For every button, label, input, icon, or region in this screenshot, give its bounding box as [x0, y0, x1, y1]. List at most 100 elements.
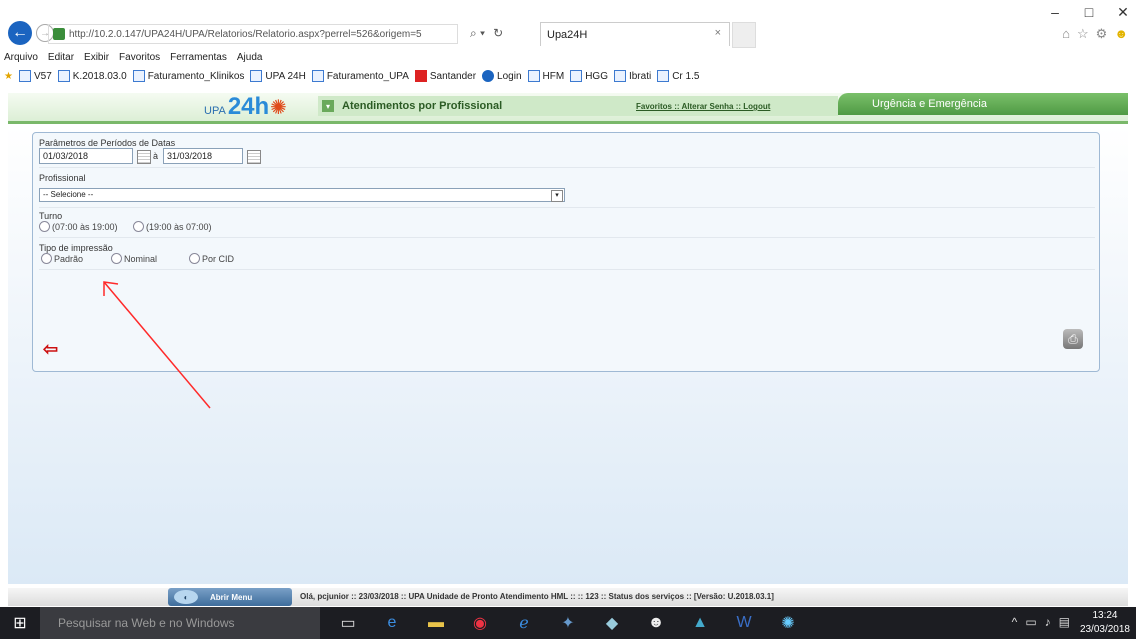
favorite-item[interactable]: Cr 1.5 — [657, 70, 699, 82]
date-to-input[interactable]: 31/03/2018 — [163, 148, 243, 164]
menu-favoritos[interactable]: Favoritos — [119, 52, 160, 63]
back-arrow-icon[interactable]: ⇦ — [43, 339, 58, 360]
clock[interactable]: 13:24 23/03/2018 — [1080, 609, 1130, 637]
print-icon[interactable]: ⎙ — [1063, 329, 1083, 349]
windows-taskbar: ⊞ Pesquisar na Web e no Windows ▭ e ▬ ◉ … — [0, 607, 1136, 639]
open-menu-label: Abrir Menu — [210, 592, 253, 602]
turno-option-day[interactable]: (07:00 às 19:00) — [39, 221, 118, 232]
app-icon[interactable]: ✦ — [546, 607, 590, 639]
app-icon[interactable]: ☻ — [634, 607, 678, 639]
back-button[interactable]: ← — [8, 21, 32, 45]
open-menu-button[interactable]: ◐ Abrir Menu — [168, 588, 292, 606]
feedback-smiley-icon[interactable]: ☻ — [1114, 26, 1128, 42]
app-icon[interactable]: ▲ — [678, 607, 722, 639]
calendar-icon[interactable] — [247, 150, 261, 164]
clock-date: 23/03/2018 — [1079, 624, 1130, 635]
ie-icon[interactable]: ℯ — [502, 607, 546, 639]
taskbar-apps: ▭ e ▬ ◉ ℯ ✦ ◆ ☻ ▲ W ✺ — [326, 607, 810, 639]
app-header: UPA 24h ✺ ▾ Atendimentos por Profissiona… — [8, 93, 1128, 124]
network-icon[interactable]: ▭ — [1025, 615, 1036, 629]
app-status-bar: ◐ Abrir Menu Olá, pcjunior :: 23/03/2018… — [8, 588, 1128, 606]
new-tab-button[interactable] — [732, 22, 756, 48]
volume-icon[interactable]: ♪ — [1045, 615, 1051, 629]
favorite-label: UPA 24H — [265, 70, 306, 82]
tipo-option-cid[interactable]: Por CID — [189, 253, 234, 264]
favorite-item[interactable]: Santander — [414, 70, 476, 82]
radio-label: Padrão — [54, 253, 84, 264]
favorite-item[interactable]: K.2018.03.0 — [57, 70, 127, 82]
page-icon — [527, 70, 540, 82]
maximize-button[interactable]: □ — [1082, 4, 1096, 21]
browser-tab[interactable]: Upa24H × — [540, 22, 730, 46]
taskbar-search-input[interactable]: Pesquisar na Web e no Windows — [40, 607, 320, 639]
tipo-option-nominal[interactable]: Nominal — [111, 253, 157, 264]
favorite-label: Cr 1.5 — [672, 70, 700, 82]
close-button[interactable]: ✕ — [1116, 4, 1130, 21]
search-icon[interactable]: ⌕ ▾ — [470, 26, 485, 41]
collapse-icon[interactable]: ▾ — [322, 100, 334, 112]
radio-label: (07:00 às 19:00) — [52, 221, 118, 232]
report-parameters-panel: Parâmetros de Períodos de Datas 01/03/20… — [32, 132, 1100, 372]
logo-emblem-icon: ✺ — [270, 97, 287, 119]
status-text: Olá, pcjunior :: 23/03/2018 :: UPA Unida… — [300, 592, 774, 601]
menu-editar[interactable]: Editar — [48, 52, 74, 63]
tab-close-icon[interactable]: × — [715, 27, 721, 39]
radio-label: Por CID — [202, 253, 235, 264]
professional-selected: -- Selecione -- — [43, 190, 94, 199]
address-tools: ⌕ ▾ ↻ — [470, 26, 503, 41]
windows-start-icon[interactable]: ⊞ — [0, 607, 40, 639]
menu-ferramentas[interactable]: Ferramentas — [170, 52, 227, 63]
home-icon[interactable]: ⌂ — [1062, 26, 1070, 42]
page-icon — [311, 70, 324, 82]
address-url: http://10.2.0.147/UPA24H/UPA/Relatorios/… — [69, 28, 422, 40]
professional-select[interactable]: -- Selecione -- ▾ — [39, 188, 565, 202]
tipo-option-padrao[interactable]: Padrão — [41, 253, 83, 264]
minimize-button[interactable]: – — [1048, 4, 1062, 21]
favorite-item[interactable]: UPA 24H — [250, 70, 306, 82]
chrome-icon[interactable]: ◉ — [458, 607, 502, 639]
date-from-input[interactable]: 01/03/2018 — [39, 148, 133, 164]
tipo-label: Tipo de impressão — [39, 243, 113, 253]
header-links[interactable]: Favoritos :: Alterar Senha :: Logout — [636, 102, 770, 111]
favorite-item[interactable]: HFM — [527, 70, 565, 82]
notifications-icon[interactable]: ▤ — [1059, 615, 1070, 629]
address-bar[interactable]: http://10.2.0.147/UPA24H/UPA/Relatorios/… — [48, 24, 458, 44]
tray-expand-icon[interactable]: ^ — [1012, 615, 1018, 629]
favorite-item[interactable]: Faturamento_UPA — [311, 70, 409, 82]
favorite-label: Faturamento_Klinikos — [147, 70, 245, 82]
menu-exibir[interactable]: Exibir — [84, 52, 109, 63]
page-icon — [132, 70, 145, 82]
refresh-icon[interactable]: ↻ — [493, 26, 503, 41]
favorites-bar-star-icon[interactable]: ★ — [4, 71, 13, 82]
favorites-star-icon[interactable]: ☆ — [1077, 26, 1089, 42]
edge-icon[interactable]: e — [370, 607, 414, 639]
radio-icon — [111, 253, 122, 264]
logo-main: 24h — [227, 93, 270, 120]
word-icon[interactable]: W — [722, 607, 766, 639]
login-icon — [482, 70, 495, 82]
explorer-icon[interactable]: ▬ — [414, 607, 458, 639]
favorite-item[interactable]: V57 — [18, 70, 52, 82]
favorite-item[interactable]: Ibrati — [613, 70, 651, 82]
browser-toolbar-icons: ⌂ ☆ ⚙ ☻ — [1062, 26, 1128, 42]
app-icon[interactable]: ◆ — [590, 607, 634, 639]
favorite-label: HFM — [542, 70, 565, 82]
menu-ajuda[interactable]: Ajuda — [237, 52, 263, 63]
calendar-icon[interactable] — [137, 150, 151, 164]
tab-title: Upa24H — [547, 28, 588, 41]
browser-chrome: – □ ✕ ⌂ ☆ ⚙ ☻ ← → http://10.2.0.147/UPA2… — [0, 0, 1136, 90]
settings-gear-icon[interactable]: ⚙ — [1096, 26, 1108, 42]
menu-arquivo[interactable]: Arquivo — [4, 52, 38, 63]
favorite-item[interactable]: HGG — [570, 70, 608, 82]
favorite-item[interactable]: Login — [482, 70, 522, 82]
date-separator: à — [153, 151, 159, 161]
favorite-item[interactable]: Faturamento_Klinikos — [132, 70, 245, 82]
favorite-label: K.2018.03.0 — [72, 70, 127, 82]
favorites-bar: ★ V57 K.2018.03.0 Faturamento_Klinikos U… — [4, 70, 699, 82]
divider — [39, 237, 1095, 238]
app-icon[interactable]: ✺ — [766, 607, 810, 639]
task-view-icon[interactable]: ▭ — [326, 607, 370, 639]
logo-prefix: UPA — [204, 105, 226, 117]
turno-option-night[interactable]: (19:00 às 07:00) — [133, 221, 212, 232]
divider — [39, 269, 1095, 270]
